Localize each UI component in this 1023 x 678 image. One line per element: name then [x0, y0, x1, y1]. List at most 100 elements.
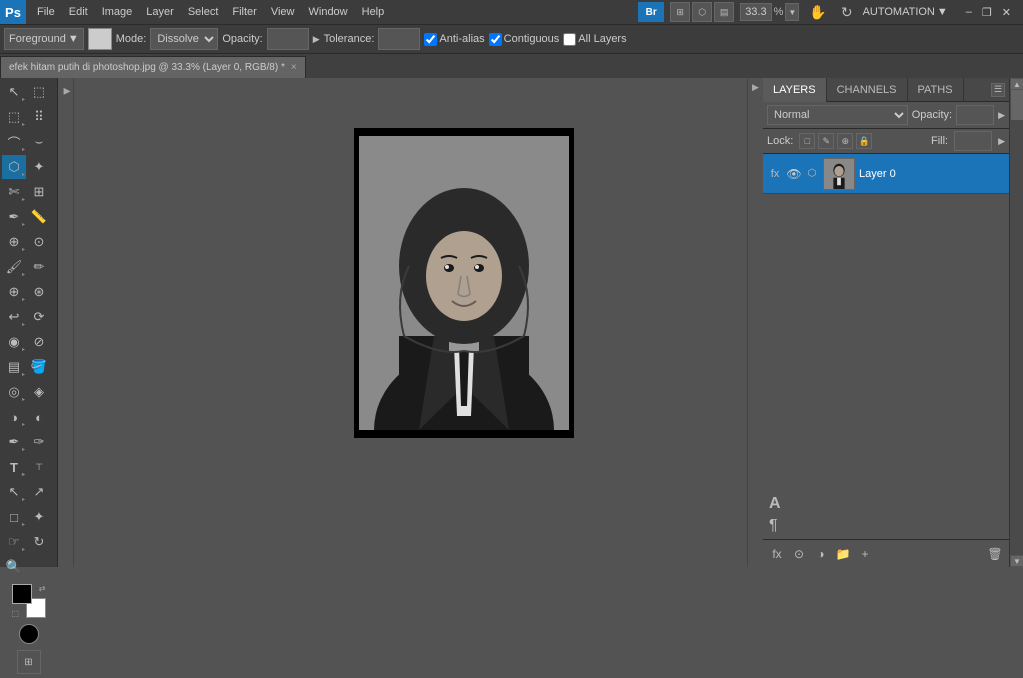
- opacity-input[interactable]: 100%: [956, 105, 994, 125]
- menu-edit[interactable]: Edit: [62, 0, 95, 24]
- fill-arrow[interactable]: ▶: [998, 136, 1005, 147]
- paint-bucket-btn[interactable]: 🪣: [27, 355, 51, 379]
- opacity-arrow[interactable]: ▶: [998, 110, 1005, 121]
- opacity-arrow[interactable]: ▶: [313, 34, 320, 45]
- quick-mask-button[interactable]: [17, 622, 41, 646]
- clone-stamp-btn[interactable]: ⊕▸: [2, 280, 26, 304]
- tool-selector[interactable]: Foreground ▼: [4, 28, 84, 50]
- tab-layers[interactable]: LAYERS: [763, 78, 827, 102]
- menu-layer[interactable]: Layer: [139, 0, 181, 24]
- paragraph-tool-icon[interactable]: ¶: [769, 517, 1003, 535]
- bridge-button[interactable]: Br: [638, 2, 664, 22]
- lock-position-btn[interactable]: ⊕: [837, 133, 853, 149]
- lock-all-btn[interactable]: 🔒: [856, 133, 872, 149]
- sharpen-tool-btn[interactable]: ◈: [27, 380, 51, 404]
- fill-input[interactable]: 100%: [954, 131, 992, 151]
- pen-tool-btn[interactable]: ✒▸: [2, 430, 26, 454]
- scroll-down-btn[interactable]: ▼: [1010, 555, 1023, 567]
- layout-btn[interactable]: ▤: [714, 2, 734, 22]
- minimize-btn[interactable]: –: [962, 6, 976, 18]
- all-layers-checkbox-label[interactable]: All Layers: [563, 33, 626, 46]
- rotate-view-btn[interactable]: ↻: [27, 530, 51, 554]
- zoom-tool-btn[interactable]: 🔍: [2, 555, 26, 579]
- art-history-btn[interactable]: ⟳: [27, 305, 51, 329]
- slice-tool-btn[interactable]: ⊞: [27, 180, 51, 204]
- opacity-input[interactable]: 100%: [267, 28, 309, 50]
- quick-select-tool-btn[interactable]: ⬡▸: [2, 155, 26, 179]
- vert-type-btn[interactable]: ⊤: [27, 455, 51, 479]
- foreground-color[interactable]: [12, 584, 32, 604]
- screen-mode-button[interactable]: ⊞: [17, 650, 41, 674]
- ruler-tool-btn[interactable]: 📏: [27, 205, 51, 229]
- type-tool-btn[interactable]: T▸: [2, 455, 26, 479]
- magic-wand-btn[interactable]: ✦: [27, 155, 51, 179]
- freeform-pen-btn[interactable]: ✑: [27, 430, 51, 454]
- single-col-marquee[interactable]: ⠿: [27, 105, 51, 129]
- bg-eraser-btn[interactable]: ⊘: [27, 330, 51, 354]
- lock-transparent-btn[interactable]: □: [799, 133, 815, 149]
- mode-selector[interactable]: Dissolve Normal Multiply Screen: [150, 28, 218, 50]
- scroll-thumb[interactable]: [1011, 90, 1023, 120]
- tab-paths[interactable]: PATHS: [908, 78, 964, 102]
- pattern-stamp-btn[interactable]: ⊛: [27, 280, 51, 304]
- document-tab[interactable]: efek hitam putih di photoshop.jpg @ 33.3…: [0, 56, 306, 78]
- add-mask-btn[interactable]: ⊙: [789, 544, 809, 564]
- panel-menu-btn[interactable]: ☰: [991, 83, 1005, 97]
- foreground-color-swatch[interactable]: [88, 28, 112, 50]
- contiguous-checkbox-label[interactable]: Contiguous: [489, 33, 560, 46]
- lock-pixels-btn[interactable]: ✎: [818, 133, 834, 149]
- shape-tool-btn[interactable]: □▸: [2, 505, 26, 529]
- text-tool-icon[interactable]: A: [769, 495, 1003, 513]
- menu-view[interactable]: View: [264, 0, 302, 24]
- path-select-btn[interactable]: ↖▸: [2, 480, 26, 504]
- dodge-tool-btn[interactable]: ◑▸: [2, 405, 26, 429]
- tolerance-input[interactable]: 32: [378, 28, 420, 50]
- new-layer-btn[interactable]: +: [855, 544, 875, 564]
- blur-tool-btn[interactable]: ◎▸: [2, 380, 26, 404]
- eyedropper-tool-btn[interactable]: ✒▸: [2, 205, 26, 229]
- right-panel-scrollbar[interactable]: ▲ ▼: [1009, 78, 1023, 567]
- history-brush-btn[interactable]: ↩▸: [2, 305, 26, 329]
- menu-filter[interactable]: Filter: [225, 0, 263, 24]
- zoom-dropdown[interactable]: ▼: [785, 3, 799, 21]
- direct-select-btn[interactable]: ↗: [27, 480, 51, 504]
- screen-mode-btn[interactable]: ⊞: [670, 2, 690, 22]
- eraser-tool-btn[interactable]: ◉▸: [2, 330, 26, 354]
- layer-visibility-toggle[interactable]: 👁: [787, 167, 801, 181]
- maximize-btn[interactable]: ❐: [978, 6, 996, 19]
- marquee-tool-btn[interactable]: ⬚▸: [2, 105, 26, 129]
- layer-item[interactable]: fx 👁 ⬡ Layer 0: [763, 154, 1009, 194]
- hand-tool-btn[interactable]: ✋: [805, 4, 830, 21]
- menu-help[interactable]: Help: [355, 0, 392, 24]
- spot-heal-btn[interactable]: ⊕▸: [2, 230, 26, 254]
- layer-styles-btn[interactable]: fx: [767, 544, 787, 564]
- anti-alias-checkbox-label[interactable]: Anti-alias: [424, 33, 484, 46]
- hand-tool-btn[interactable]: ☞▸: [2, 530, 26, 554]
- swap-colors-icon[interactable]: ⇄: [39, 584, 46, 593]
- adjustment-layer-btn[interactable]: ◑: [811, 544, 831, 564]
- scroll-up-btn[interactable]: ▲: [1010, 78, 1023, 90]
- move-tool-btn[interactable]: ↖▸: [2, 80, 26, 104]
- delete-layer-btn[interactable]: 🗑: [985, 544, 1005, 564]
- blend-mode-select[interactable]: Normal Dissolve Multiply: [767, 105, 908, 125]
- brush-tool-btn[interactable]: 🖌▸: [2, 255, 26, 279]
- document-canvas[interactable]: [354, 128, 574, 438]
- menu-image[interactable]: Image: [95, 0, 140, 24]
- left-strip-icon[interactable]: ◀: [61, 82, 71, 100]
- right-strip-toggle[interactable]: ▶: [752, 82, 759, 93]
- custom-shape-btn[interactable]: ✦: [27, 505, 51, 529]
- lasso-tool-btn[interactable]: ⌒▸: [2, 130, 26, 154]
- pencil-tool-btn[interactable]: ✏: [27, 255, 51, 279]
- menu-select[interactable]: Select: [181, 0, 226, 24]
- all-layers-checkbox[interactable]: [563, 33, 576, 46]
- workspace-selector[interactable]: AUTOMATION ▼: [863, 6, 948, 18]
- menu-file[interactable]: File: [30, 0, 62, 24]
- zoom-toggle-btn[interactable]: ⬡: [692, 2, 712, 22]
- contiguous-checkbox[interactable]: [489, 33, 502, 46]
- burn-tool-btn[interactable]: ◐: [27, 405, 51, 429]
- tab-channels[interactable]: CHANNELS: [827, 78, 908, 102]
- artboard-tool-btn[interactable]: ⬚: [27, 80, 51, 104]
- tab-close-button[interactable]: ×: [291, 62, 297, 73]
- close-btn[interactable]: ✕: [998, 6, 1015, 19]
- new-group-btn[interactable]: 📁: [833, 544, 853, 564]
